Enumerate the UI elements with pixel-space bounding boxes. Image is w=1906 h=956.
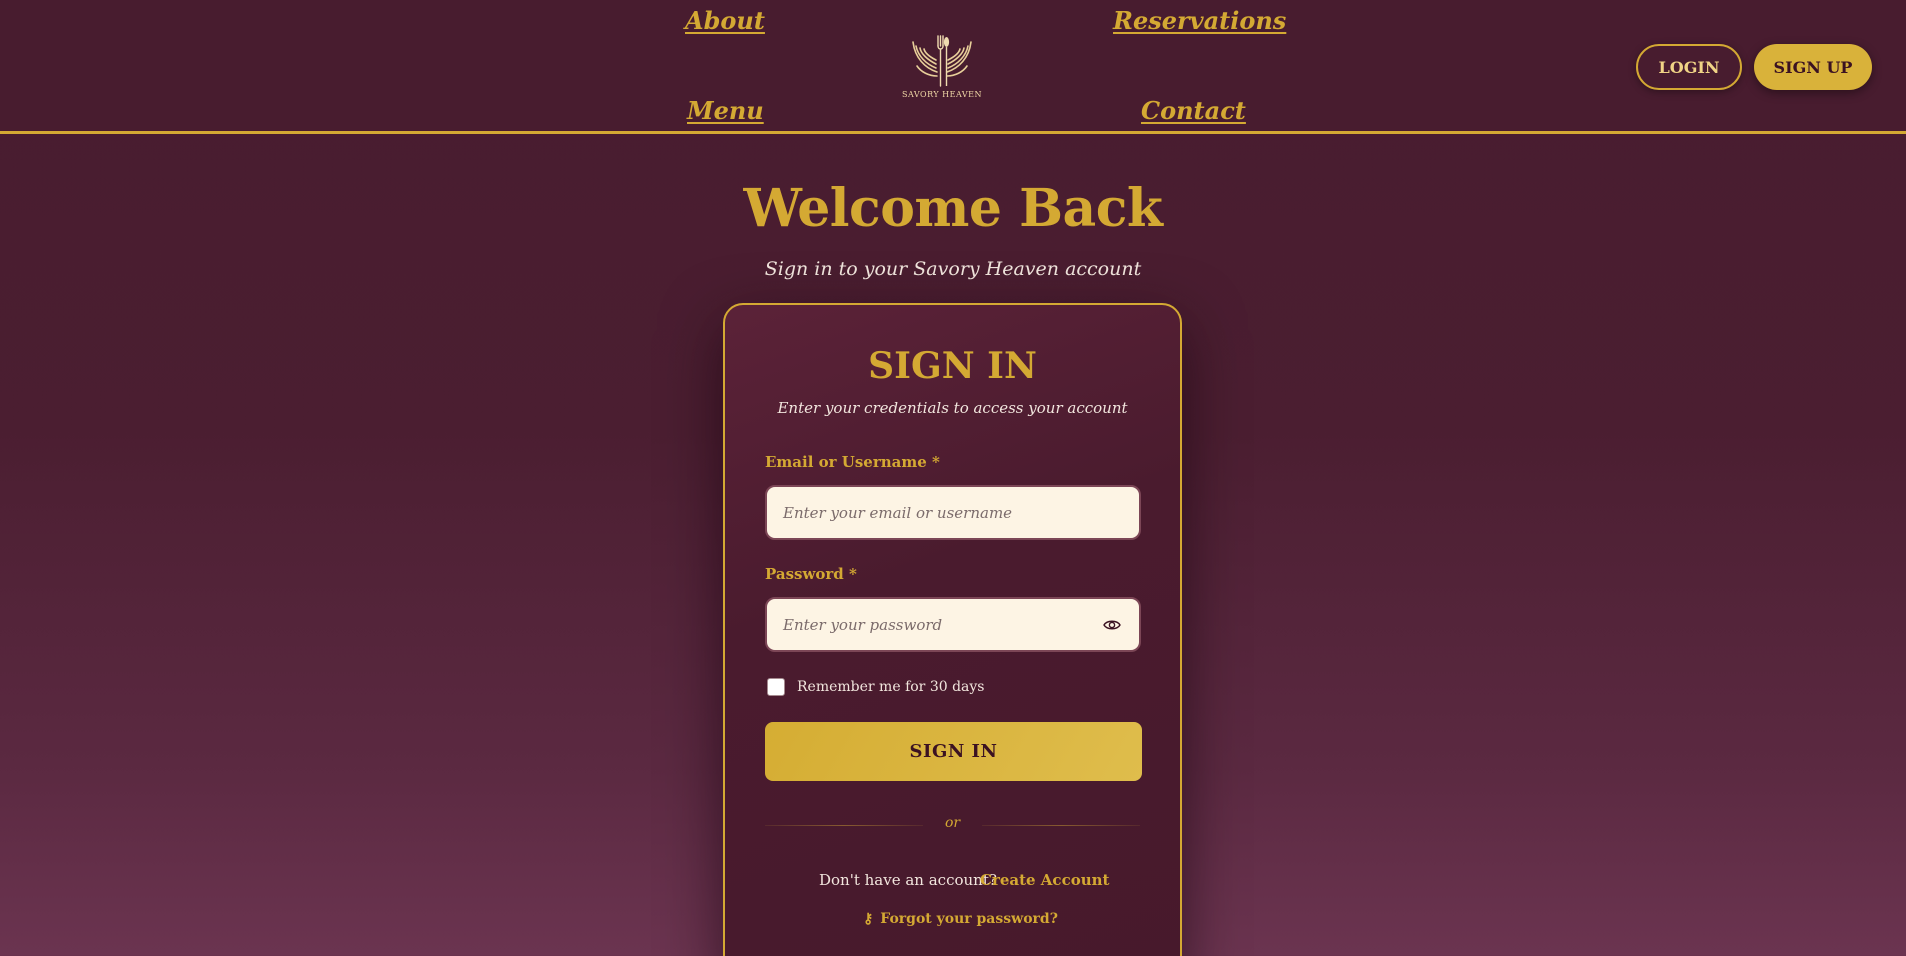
nav-link-contact[interactable]: Contact (1141, 96, 1246, 125)
email-label: Email or Username * (765, 453, 940, 471)
forgot-password-label: Forgot your password? (880, 911, 1058, 927)
site-header: About Reservations Menu Contact SAVORY H… (0, 0, 1906, 134)
winged-fork-spoon-icon (912, 35, 972, 87)
remember-me-label[interactable]: Remember me for 30 days (797, 679, 984, 695)
password-input[interactable]: Enter your password (765, 597, 1141, 652)
page-title: Welcome Back (743, 178, 1163, 239)
key-icon: ⚷ (863, 911, 874, 927)
sign-in-subheading: Enter your credentials to access your ac… (777, 399, 1128, 417)
divider-right (982, 825, 1140, 826)
eye-icon[interactable] (1103, 617, 1121, 633)
email-placeholder: Enter your email or username (783, 503, 1013, 522)
password-label: Password * (765, 565, 857, 583)
sign-in-submit-button[interactable]: SIGN IN (765, 722, 1142, 781)
email-input[interactable]: Enter your email or username (765, 485, 1141, 540)
remember-me-checkbox[interactable] (767, 678, 785, 696)
password-placeholder: Enter your password (783, 615, 943, 634)
signup-button[interactable]: SIGN UP (1754, 44, 1872, 90)
forgot-password-link[interactable]: ⚷ Forgot your password? (863, 911, 1058, 927)
nav-link-reservations[interactable]: Reservations (1113, 6, 1286, 35)
divider-or-text: or (944, 815, 961, 831)
sign-in-heading: SIGN IN (868, 345, 1037, 387)
no-account-text: Don't have an account? (819, 871, 997, 889)
create-account-link[interactable]: Create Account (980, 871, 1109, 889)
nav-link-menu[interactable]: Menu (687, 96, 764, 125)
login-button[interactable]: LOGIN (1636, 44, 1742, 90)
brand-logo[interactable]: SAVORY HEAVEN (902, 32, 982, 104)
nav-link-about[interactable]: About (685, 6, 765, 35)
page-subtitle: Sign in to your Savory Heaven account (764, 258, 1142, 280)
sign-in-card: SIGN IN Enter your credentials to access… (723, 303, 1182, 956)
brand-name: SAVORY HEAVEN (902, 90, 982, 99)
